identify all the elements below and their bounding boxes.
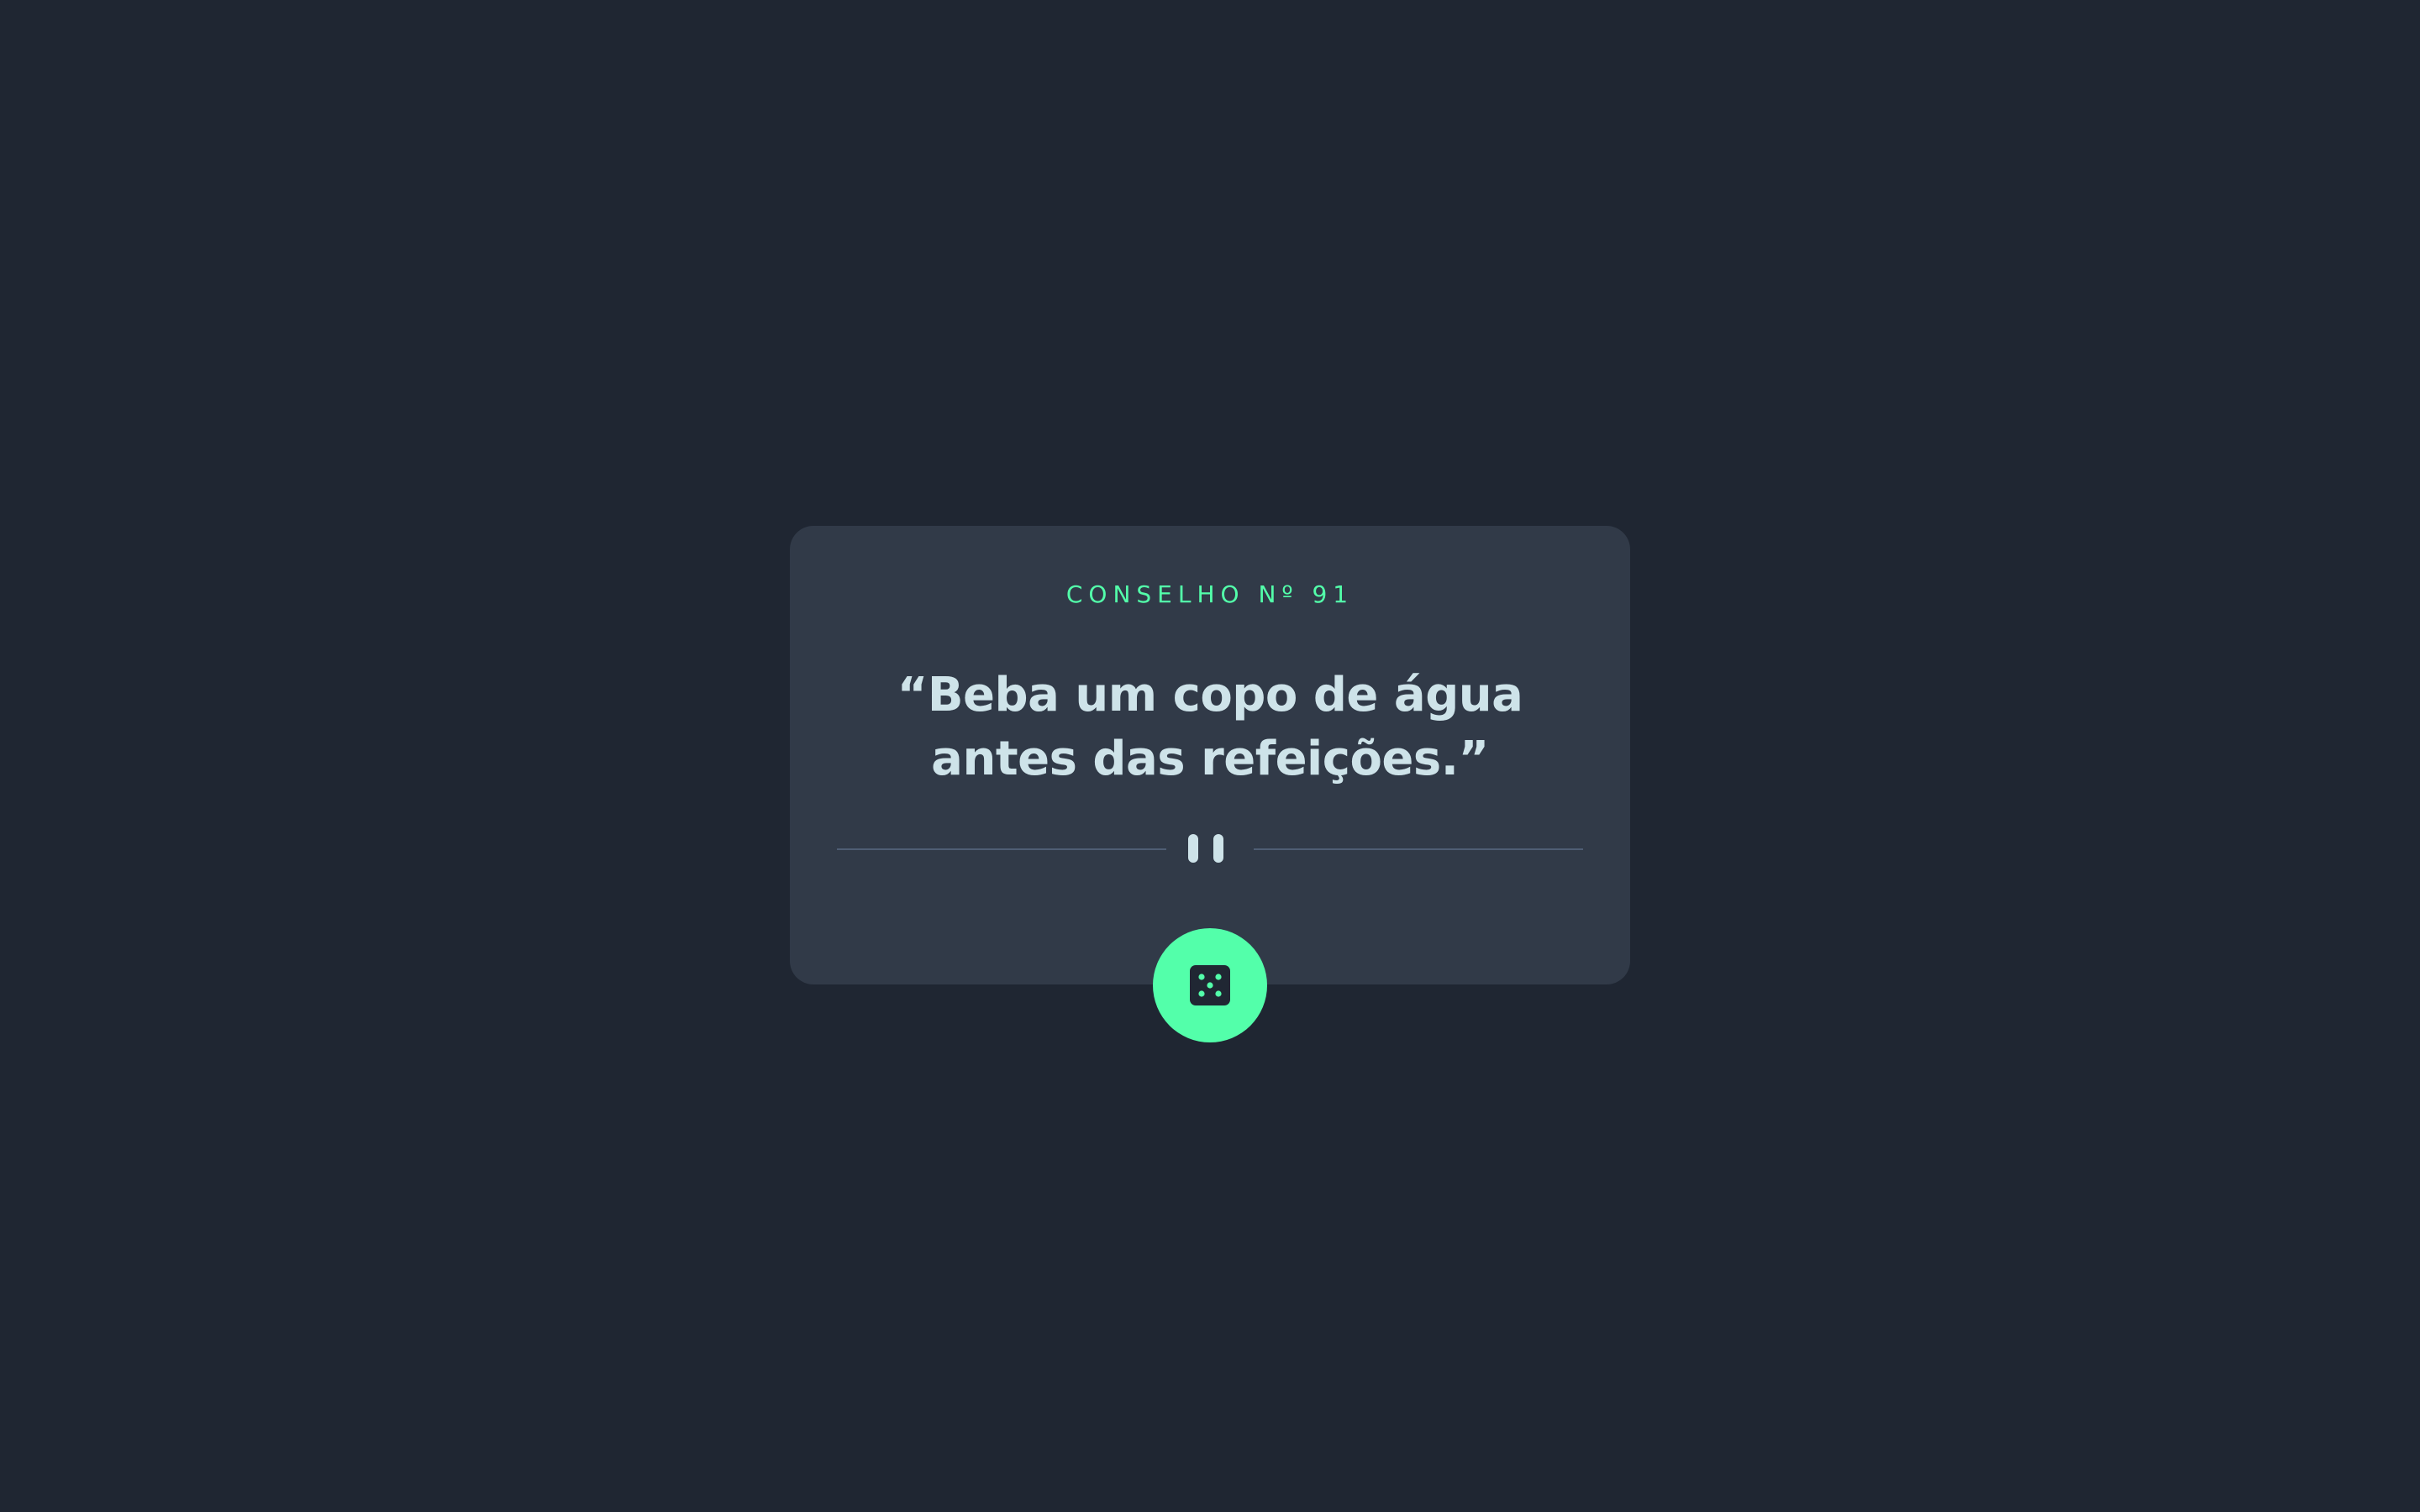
dice-icon [1190,965,1230,1005]
advice-quote: “Beba um copo de água antes das refeiçõe… [897,668,1523,786]
divider-line-left [837,848,1166,850]
pattern-divider [837,832,1583,865]
pause-icon [1188,834,1223,863]
divider-line-right [1254,848,1583,850]
advice-number: CONSELHO Nº 91 [1065,580,1355,608]
generate-advice-button[interactable] [1153,928,1267,1042]
advice-card: CONSELHO Nº 91 “Beba um copo de água ant… [790,526,1630,984]
